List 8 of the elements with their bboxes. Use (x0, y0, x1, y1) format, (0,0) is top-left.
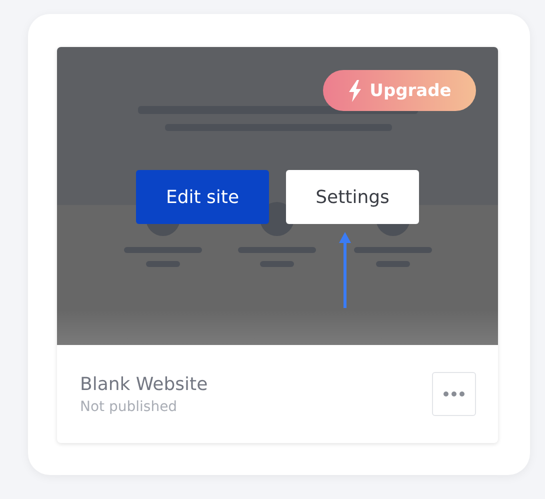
lightning-icon (348, 80, 362, 102)
publish-status: Not published (80, 398, 178, 414)
settings-button[interactable]: Settings (286, 170, 419, 224)
more-button[interactable] (432, 372, 476, 416)
edit-site-button[interactable]: Edit site (136, 170, 269, 224)
more-icon (443, 391, 465, 397)
upgrade-label: Upgrade (370, 80, 452, 100)
site-name: Blank Website (80, 374, 208, 394)
